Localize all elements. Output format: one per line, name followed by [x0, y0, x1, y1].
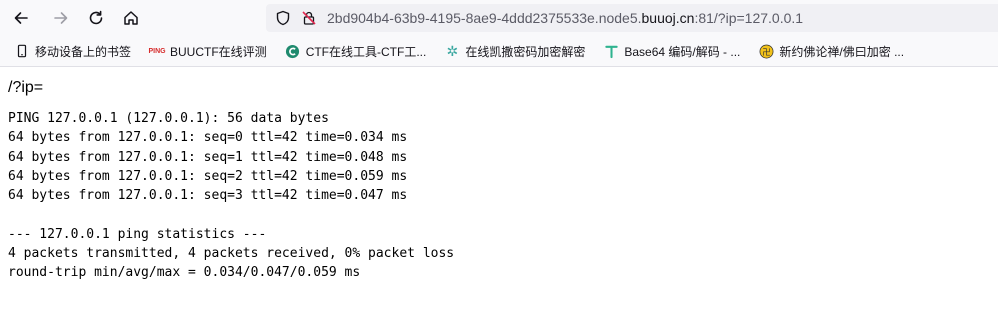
ping-output: PING 127.0.0.1 (127.0.0.1): 56 data byte… — [8, 109, 998, 283]
ping-icon: PING — [148, 47, 166, 55]
url-text[interactable]: 2bd904b4-63b9-4195-8ae9-4ddd2375533e.nod… — [327, 10, 803, 26]
url-suffix: :81/?ip=127.0.0.1 — [694, 10, 804, 26]
forward-button[interactable] — [48, 5, 74, 31]
bookmark-label: Base64 编码/解码 - ... — [624, 44, 741, 59]
page-content: /?ip= PING 127.0.0.1 (127.0.0.1): 56 dat… — [0, 67, 998, 283]
output-line: 64 bytes from 127.0.0.1: seq=3 ttl=42 ti… — [8, 188, 408, 204]
reload-button[interactable] — [83, 5, 109, 31]
output-line: round-trip min/avg/max = 0.034/0.047/0.0… — [8, 265, 361, 281]
bookmark-label: BUUCTF在线评测 — [170, 44, 267, 59]
output-line: 64 bytes from 127.0.0.1: seq=2 ttl=42 ti… — [8, 168, 408, 184]
url-prefix: 2bd904b4-63b9-4195-8ae9-4ddd2375533e.nod… — [327, 10, 642, 26]
url-bar[interactable]: 2bd904b4-63b9-4195-8ae9-4ddd2375533e.nod… — [266, 4, 998, 32]
back-arrow-icon — [14, 12, 28, 24]
back-button[interactable] — [8, 5, 34, 31]
buddha-icon: 卍 — [758, 43, 774, 59]
bookmarks-toolbar: 移动设备上的书签 PING BUUCTF在线评测 CTF在线工具-CTF工...… — [0, 36, 998, 66]
bookmark-label: 移动设备上的书签 — [35, 44, 132, 59]
bookmark-buuctf[interactable]: PING BUUCTF在线评测 — [145, 39, 271, 63]
svg-text:卍: 卍 — [762, 46, 770, 56]
output-line: 64 bytes from 127.0.0.1: seq=0 ttl=42 ti… — [8, 130, 408, 146]
home-icon — [124, 11, 138, 25]
t-logo-icon — [603, 43, 619, 59]
bookmark-label: 在线凯撒密码加密解密 — [465, 44, 586, 59]
bookmark-base64[interactable]: Base64 编码/解码 - ... — [599, 39, 744, 63]
output-line: --- 127.0.0.1 ping statistics --- — [8, 226, 267, 242]
bookmark-label: CTF在线工具-CTF工... — [305, 44, 427, 59]
output-line: 64 bytes from 127.0.0.1: seq=1 ttl=42 ti… — [8, 149, 408, 165]
tracking-shield-icon[interactable] — [275, 10, 291, 26]
output-line: 4 packets transmitted, 4 packets receive… — [8, 246, 455, 262]
forward-arrow-icon — [54, 12, 68, 24]
home-button[interactable] — [118, 5, 144, 31]
nav-toolbar: 2bd904b4-63b9-4195-8ae9-4ddd2375533e.nod… — [0, 0, 998, 36]
insecure-lock-icon[interactable] — [301, 10, 317, 26]
page-heading: /?ip= — [8, 79, 44, 96]
reload-icon — [89, 10, 103, 25]
gear-icon: ✲ — [446, 42, 459, 59]
url-domain: buuoj.cn — [641, 10, 695, 26]
bookmark-mobile[interactable]: 移动设备上的书签 — [10, 39, 135, 63]
output-line: PING 127.0.0.1 (127.0.0.1): 56 data byte… — [8, 111, 329, 126]
bookmark-label: 新约佛论禅/佛曰加密 ... — [779, 44, 905, 59]
bookmark-ctf-tools[interactable]: CTF在线工具-CTF工... — [281, 39, 431, 63]
bookmark-buddha[interactable]: 卍 新约佛论禅/佛曰加密 ... — [754, 39, 908, 63]
mobile-icon — [14, 43, 30, 59]
bookmark-caesar[interactable]: ✲ 在线凯撒密码加密解密 — [440, 39, 589, 63]
browser-chrome: 2bd904b4-63b9-4195-8ae9-4ddd2375533e.nod… — [0, 0, 998, 67]
c-logo-icon — [285, 43, 301, 59]
